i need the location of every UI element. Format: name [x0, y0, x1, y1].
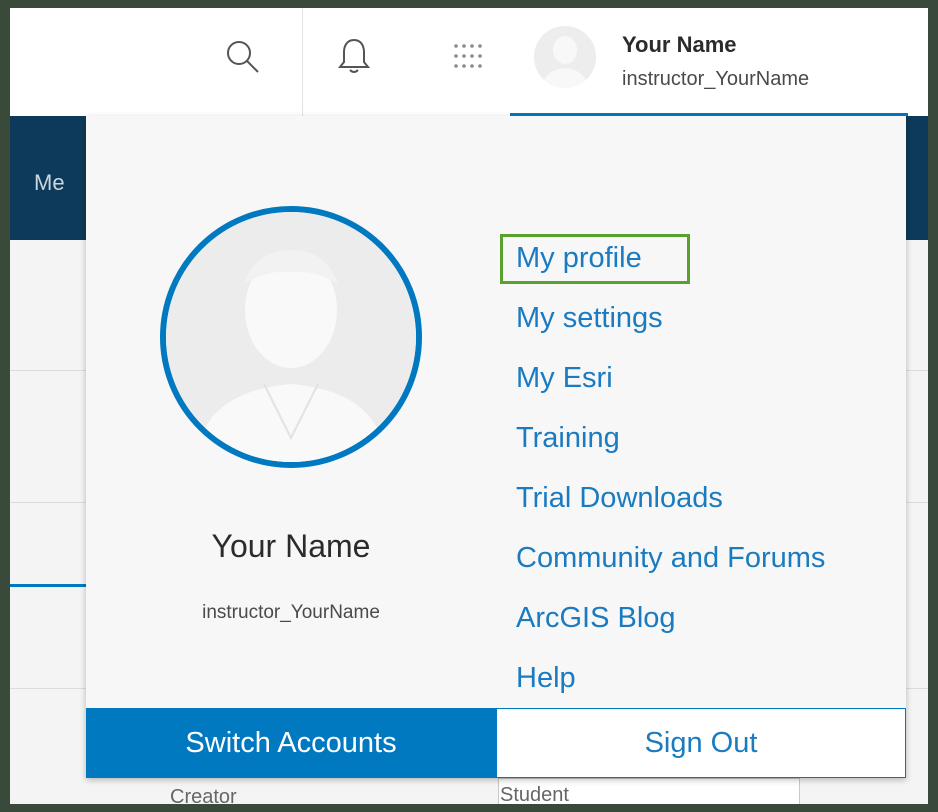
link-help[interactable]: Help: [516, 648, 825, 708]
creator-label: Creator: [170, 786, 237, 804]
user-dropdown-panel: Your Name instructor_YourName My profile…: [86, 116, 906, 778]
profile-username: instructor_YourName: [202, 602, 380, 623]
nav-menu-partial[interactable]: Me: [34, 170, 65, 196]
avatar: [534, 26, 596, 88]
sign-out-button[interactable]: Sign Out: [496, 708, 906, 778]
switch-accounts-button[interactable]: Switch Accounts: [86, 708, 496, 778]
link-trial-downloads[interactable]: Trial Downloads: [516, 468, 825, 528]
apps-button[interactable]: [446, 34, 490, 78]
apps-grid-icon: [454, 44, 482, 68]
app-window: Me Creator Student Your Name instructor_…: [10, 8, 928, 804]
link-my-esri[interactable]: My Esri: [516, 348, 825, 408]
profile-name: Your Name: [211, 528, 371, 564]
header-username: instructor_YourName: [622, 68, 810, 90]
link-community-forums[interactable]: Community and Forums: [516, 528, 825, 588]
notifications-button[interactable]: [332, 34, 376, 78]
link-arcgis-blog[interactable]: ArcGIS Blog: [516, 588, 825, 648]
search-button[interactable]: [220, 34, 264, 78]
active-tab-indicator: [10, 584, 90, 587]
header-divider: [302, 8, 303, 116]
default-user-icon: [166, 212, 416, 462]
link-training[interactable]: Training: [516, 408, 825, 468]
default-user-icon: [534, 26, 596, 88]
profile-avatar: [160, 206, 422, 468]
student-value: Student: [500, 784, 569, 804]
header: Your Name instructor_YourName: [10, 8, 928, 116]
account-links: My profile My settings My Esri Training …: [500, 228, 825, 708]
highlight-box: [500, 234, 690, 284]
user-menu-button[interactable]: Your Name instructor_YourName: [510, 8, 908, 116]
account-actions: Switch Accounts Sign Out: [86, 708, 906, 778]
bell-icon: [337, 38, 371, 73]
link-my-settings[interactable]: My settings: [516, 288, 825, 348]
header-user-name: Your Name: [622, 32, 737, 57]
link-my-profile[interactable]: My profile: [500, 228, 825, 288]
search-icon: [227, 41, 259, 73]
